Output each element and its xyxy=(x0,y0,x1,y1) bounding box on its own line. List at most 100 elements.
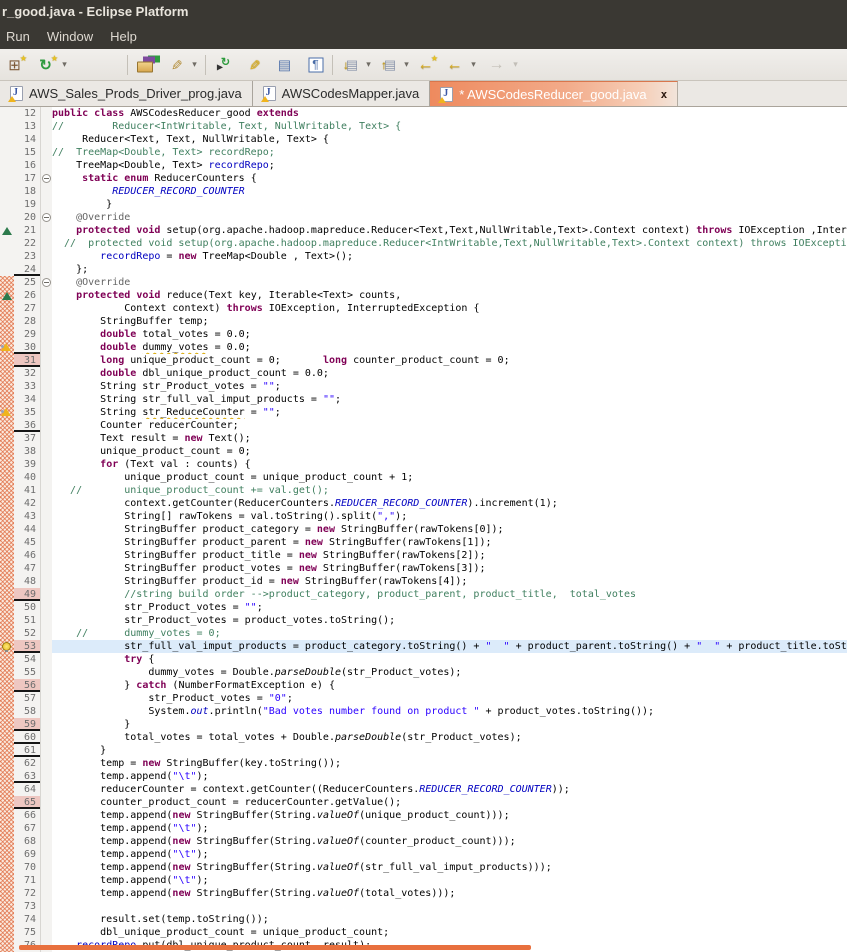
code-line[interactable]: 48 StringBuffer product_id = new StringB… xyxy=(0,575,847,588)
code-line[interactable]: 27 Context context) throws IOException, … xyxy=(0,302,847,315)
code-line[interactable]: 58 System.out.println("Bad votes number … xyxy=(0,705,847,718)
fold-column[interactable] xyxy=(40,172,52,185)
code-line[interactable]: 75 dbl_unique_product_count = unique_pro… xyxy=(0,926,847,939)
code-line[interactable]: 63 temp.append("\t"); xyxy=(0,770,847,783)
code-editor[interactable]: 12public class AWSCodesReducer_good exte… xyxy=(0,107,847,952)
code-line[interactable]: 22 // protected void setup(org.apache.ha… xyxy=(0,237,847,250)
code-line[interactable]: 34 String str_full_val_imput_products = … xyxy=(0,393,847,406)
code-line[interactable]: 53 str_full_val_imput_products = product… xyxy=(0,640,847,653)
last-edit-location-icon[interactable]: ←★ xyxy=(413,53,438,77)
menu-item-run[interactable]: Run xyxy=(0,29,41,44)
code-line[interactable]: 29 double total_votes = 0.0; xyxy=(0,328,847,341)
code-line[interactable]: 37 Text result = new Text(); xyxy=(0,432,847,445)
code-line[interactable]: 24 }; xyxy=(0,263,847,276)
titlebar[interactable]: r_good.java - Eclipse Platform xyxy=(0,0,847,24)
chevron-down-icon[interactable]: ▾ xyxy=(400,53,413,77)
chevron-down-icon[interactable]: ▾ xyxy=(58,53,71,77)
code-line[interactable]: 33 String str_Product_votes = ""; xyxy=(0,380,847,393)
code-line[interactable]: 50 str_Product_votes = ""; xyxy=(0,601,847,614)
code-line[interactable]: 14 Reducer<Text, Text, NullWritable, Tex… xyxy=(0,133,847,146)
code-line[interactable]: 16 TreeMap<Double, Text> recordRepo; xyxy=(0,159,847,172)
code-line[interactable]: 20 @Override xyxy=(0,211,847,224)
code-line[interactable]: 36 Counter reducerCounter; xyxy=(0,419,847,432)
code-line[interactable]: 66 temp.append(new StringBuffer(String.v… xyxy=(0,809,847,822)
code-line[interactable]: 17 static enum ReducerCounters { xyxy=(0,172,847,185)
code-line[interactable]: 49 //string build order -->product_categ… xyxy=(0,588,847,601)
tab-close-icon[interactable]: x xyxy=(661,88,668,101)
run-selection-icon[interactable]: ▶↻ xyxy=(210,53,235,77)
code-line[interactable]: 12public class AWSCodesReducer_good exte… xyxy=(0,107,847,120)
code-line[interactable]: 57 str_Product_votes = "0"; xyxy=(0,692,847,705)
code-line[interactable]: 62 temp = new StringBuffer(key.toString(… xyxy=(0,757,847,770)
pen-icon[interactable]: ✎ xyxy=(163,53,188,77)
code-line[interactable]: 23 recordRepo = new TreeMap<Double , Tex… xyxy=(0,250,847,263)
fold-column[interactable] xyxy=(40,211,52,224)
tab-1[interactable]: AWS_Sales_Prods_Driver_prog.java xyxy=(0,81,253,106)
collapse-icon[interactable] xyxy=(42,278,51,287)
code-line[interactable]: 61 } xyxy=(0,744,847,757)
code-line[interactable]: 28 StringBuffer temp; xyxy=(0,315,847,328)
chevron-down-icon[interactable]: ▾ xyxy=(362,53,375,77)
code-text: @Override xyxy=(52,211,847,224)
code-line[interactable]: 21 protected void setup(org.apache.hadoo… xyxy=(0,224,847,237)
new-wizard-icon[interactable]: ⊞★ xyxy=(2,53,27,77)
code-line[interactable]: 65 counter_product_count = reducerCounte… xyxy=(0,796,847,809)
ruler-annotation-column xyxy=(0,796,14,809)
code-line[interactable]: 18 REDUCER_RECORD_COUNTER xyxy=(0,185,847,198)
code-line[interactable]: 35 String str_ReduceCounter = ""; xyxy=(0,406,847,419)
open-folder-icon[interactable] xyxy=(132,53,157,77)
code-line[interactable]: 30 double dummy_votes = 0.0; xyxy=(0,341,847,354)
code-line[interactable]: 25 @Override xyxy=(0,276,847,289)
code-line[interactable]: 45 StringBuffer product_parent = new Str… xyxy=(0,536,847,549)
code-line[interactable]: 32 double dbl_unique_product_count = 0.0… xyxy=(0,367,847,380)
code-line[interactable]: 26 protected void reduce(Text key, Itera… xyxy=(0,289,847,302)
fold-column[interactable] xyxy=(40,276,52,289)
code-line[interactable]: 38 unique_product_count = 0; xyxy=(0,445,847,458)
code-line[interactable]: 46 StringBuffer product_title = new Stri… xyxy=(0,549,847,562)
code-line[interactable]: 42 context.getCounter(ReducerCounters.RE… xyxy=(0,497,847,510)
code-line[interactable]: 39 for (Text val : counts) { xyxy=(0,458,847,471)
code-line[interactable]: 13// Reducer<IntWritable, Text, NullWrit… xyxy=(0,120,847,133)
code-line[interactable]: 52 // dummy_votes = 0; xyxy=(0,627,847,640)
collapse-icon[interactable] xyxy=(42,213,51,222)
code-line[interactable]: 72 temp.append(new StringBuffer(String.v… xyxy=(0,887,847,900)
code-line[interactable]: 15// TreeMap<Double, Text> recordRepo; xyxy=(0,146,847,159)
tab-2[interactable]: AWSCodesMapper.java xyxy=(253,81,431,106)
run-icon[interactable]: ↻★ xyxy=(33,53,58,77)
collapse-icon[interactable] xyxy=(42,174,51,183)
show-whitespace-icon[interactable]: ¶ xyxy=(303,53,328,77)
code-line[interactable]: 47 StringBuffer product_votes = new Stri… xyxy=(0,562,847,575)
menu-item-window[interactable]: Window xyxy=(41,29,104,44)
code-line[interactable]: 70 temp.append(new StringBuffer(String.v… xyxy=(0,861,847,874)
chevron-down-icon[interactable]: ▾ xyxy=(188,53,201,77)
code-line[interactable]: 51 str_Product_votes = product_votes.toS… xyxy=(0,614,847,627)
chevron-down-icon[interactable]: ▾ xyxy=(467,53,480,77)
highlighter-icon[interactable]: ✎ xyxy=(241,53,266,77)
code-line[interactable]: 59 } xyxy=(0,718,847,731)
code-line[interactable]: 44 StringBuffer product_category = new S… xyxy=(0,523,847,536)
prev-annotation-icon[interactable]: ▤↑ xyxy=(375,53,400,77)
code-line[interactable]: 41 // unique_product_count += val.get(); xyxy=(0,484,847,497)
show-source-icon[interactable]: ▤ xyxy=(272,53,297,77)
tab-3[interactable]: * AWSCodesReducer_good.javax xyxy=(430,81,678,106)
next-annotation-icon[interactable]: ▤↓ xyxy=(337,53,362,77)
code-line[interactable]: 54 try { xyxy=(0,653,847,666)
code-line[interactable]: 68 temp.append(new StringBuffer(String.v… xyxy=(0,835,847,848)
code-line[interactable]: 60 total_votes = total_votes + Double.pa… xyxy=(0,731,847,744)
code-line[interactable]: 73 xyxy=(0,900,847,913)
code-line[interactable]: 71 temp.append("\t"); xyxy=(0,874,847,887)
menu-item-help[interactable]: Help xyxy=(104,29,148,44)
code-line[interactable]: 67 temp.append("\t"); xyxy=(0,822,847,835)
code-line[interactable]: 31 long unique_product_count = 0; long c… xyxy=(0,354,847,367)
code-line[interactable]: 74 result.set(temp.toString()); xyxy=(0,913,847,926)
code-line[interactable]: 56 } catch (NumberFormatException e) { xyxy=(0,679,847,692)
ruler-annotation-column xyxy=(0,887,14,900)
code-line[interactable]: 69 temp.append("\t"); xyxy=(0,848,847,861)
code-line[interactable]: 64 reducerCounter = context.getCounter((… xyxy=(0,783,847,796)
horizontal-scrollbar[interactable] xyxy=(19,945,531,950)
code-line[interactable]: 40 unique_product_count = unique_product… xyxy=(0,471,847,484)
code-line[interactable]: 43 String[] rawTokens = val.toString().s… xyxy=(0,510,847,523)
code-line[interactable]: 19 } xyxy=(0,198,847,211)
code-line[interactable]: 55 dummy_votes = Double.parseDouble(str_… xyxy=(0,666,847,679)
back-icon[interactable]: ← xyxy=(442,53,467,77)
